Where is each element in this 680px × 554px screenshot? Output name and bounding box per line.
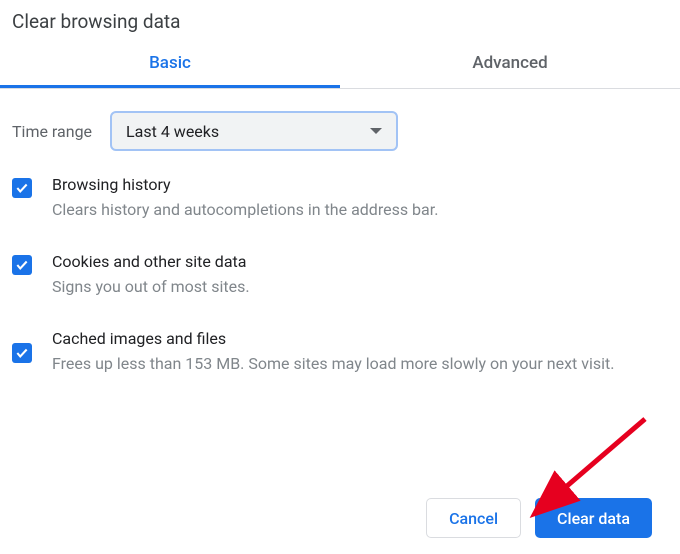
- checkbox-browsing-history[interactable]: [12, 178, 32, 198]
- time-range-label: Time range: [12, 122, 92, 141]
- check-icon: [15, 258, 29, 272]
- option-title: Cookies and other site data: [52, 252, 668, 271]
- tab-basic[interactable]: Basic: [0, 45, 340, 88]
- tabs: Basic Advanced: [0, 45, 680, 89]
- time-range-select[interactable]: Last 4 weeks: [110, 111, 398, 151]
- checkbox-cache[interactable]: [12, 343, 32, 363]
- option-text: Browsing history Clears history and auto…: [52, 175, 668, 222]
- options-list: Browsing history Clears history and auto…: [0, 151, 680, 376]
- chevron-down-icon: [370, 128, 382, 134]
- clear-data-button[interactable]: Clear data: [535, 498, 652, 538]
- dialog-title: Clear browsing data: [0, 0, 680, 45]
- option-cache: Cached images and files Frees up less th…: [12, 329, 668, 376]
- time-range-value: Last 4 weeks: [126, 122, 219, 141]
- option-text: Cookies and other site data Signs you ou…: [52, 252, 668, 299]
- option-desc: Clears history and autocompletions in th…: [52, 198, 668, 222]
- option-title: Browsing history: [52, 175, 668, 194]
- footer: Cancel Clear data: [0, 490, 680, 554]
- check-icon: [15, 181, 29, 195]
- option-desc: Signs you out of most sites.: [52, 275, 668, 299]
- checkbox-cookies[interactable]: [12, 255, 32, 275]
- option-cookies: Cookies and other site data Signs you ou…: [12, 252, 668, 299]
- option-browsing-history: Browsing history Clears history and auto…: [12, 175, 668, 222]
- cancel-button[interactable]: Cancel: [426, 498, 521, 538]
- check-icon: [15, 346, 29, 360]
- option-desc: Frees up less than 153 MB. Some sites ma…: [52, 352, 668, 376]
- option-text: Cached images and files Frees up less th…: [52, 329, 668, 376]
- tab-advanced[interactable]: Advanced: [340, 45, 680, 88]
- time-range-row: Time range Last 4 weeks: [0, 89, 680, 151]
- option-title: Cached images and files: [52, 329, 668, 348]
